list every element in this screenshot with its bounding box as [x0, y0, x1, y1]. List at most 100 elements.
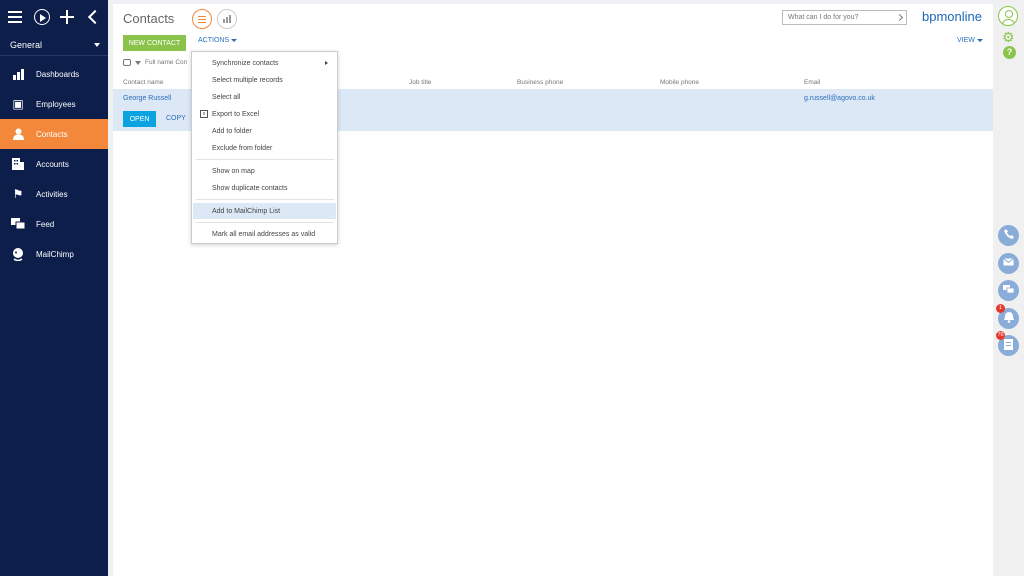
- menu-divider: [196, 199, 334, 200]
- sidebar-item-activities[interactable]: ⚑ Activities: [0, 179, 108, 209]
- help-icon[interactable]: ?: [1003, 46, 1016, 59]
- app-root: General Dashboards ▣ Employees Contacts: [0, 0, 1024, 576]
- menu-item-exclude-from-folder[interactable]: Exclude from folder: [193, 140, 336, 156]
- mailchimp-icon: [10, 247, 26, 261]
- actions-menu: Synchronize contacts Select multiple rec…: [191, 51, 338, 244]
- bar-chart-icon: [10, 67, 26, 81]
- menu-item-label: Show duplicate contacts: [212, 184, 288, 192]
- sidebar-item-label: Feed: [36, 219, 55, 229]
- chart-icon: [223, 15, 231, 23]
- sidebar-item-accounts[interactable]: Accounts: [0, 149, 108, 179]
- flag-icon: ⚑: [12, 187, 24, 201]
- column-header-job-title[interactable]: Job title: [409, 79, 431, 86]
- menu-icon[interactable]: [8, 9, 24, 25]
- filter-text: Full name Con: [145, 59, 188, 66]
- bell-icon: [1003, 311, 1014, 326]
- chevron-down-icon: [94, 42, 100, 47]
- add-icon[interactable]: [60, 9, 76, 25]
- right-panel: ⚙ ? 1 76: [993, 0, 1024, 576]
- menu-item-select-all[interactable]: Select all: [193, 89, 336, 105]
- sidebar-item-mailchimp[interactable]: MailChimp: [0, 239, 108, 269]
- sidebar-item-label: MailChimp: [36, 249, 74, 259]
- chat-icon: [10, 217, 26, 231]
- task-list-icon: [1004, 338, 1013, 353]
- workspace-label: General: [10, 39, 43, 50]
- email-link[interactable]: g.russell@agovo.co.uk: [804, 95, 875, 102]
- menu-item-show-on-map[interactable]: Show on map: [193, 163, 336, 179]
- menu-item-label: Select all: [212, 93, 241, 101]
- copy-button[interactable]: COPY: [166, 115, 186, 122]
- sidebar-item-label: Dashboards: [36, 69, 80, 79]
- open-button[interactable]: OPEN: [123, 111, 156, 127]
- person-icon: [10, 127, 26, 141]
- phone-button[interactable]: [998, 225, 1019, 246]
- menu-item-label: Show on map: [212, 167, 255, 175]
- search-placeholder: What can I do for you?: [788, 14, 859, 21]
- sidebar-item-label: Employees: [36, 99, 76, 109]
- sidebar-item-feed[interactable]: Feed: [0, 209, 108, 239]
- menu-item-label: Exclude from folder: [212, 144, 273, 152]
- actions-label: ACTIONS: [198, 37, 230, 44]
- column-header-mobile-phone[interactable]: Mobile phone: [660, 79, 699, 86]
- chevron-down-icon: [135, 60, 141, 65]
- view-label: VIEW: [957, 37, 975, 44]
- menu-item-show-duplicates[interactable]: Show duplicate contacts: [193, 180, 336, 196]
- menu-item-add-to-mailchimp[interactable]: Add to MailChimp List: [193, 203, 336, 219]
- envelope-icon: [1003, 258, 1014, 269]
- workspace-select[interactable]: General: [0, 34, 108, 56]
- menu-item-label: Mark all email addresses as valid: [212, 230, 316, 238]
- command-search-input[interactable]: What can I do for you?: [782, 10, 907, 25]
- phone-icon: [1003, 229, 1014, 242]
- gear-icon[interactable]: ⚙: [1002, 30, 1015, 44]
- analytics-view-button[interactable]: [217, 9, 237, 29]
- menu-divider: [196, 159, 334, 160]
- contact-name-link[interactable]: George Russell: [123, 95, 171, 102]
- sidebar-top-icons: [0, 0, 108, 34]
- menu-item-add-to-folder[interactable]: Add to folder: [193, 123, 336, 139]
- actions-button[interactable]: ACTIONS: [198, 37, 238, 44]
- sidebar-item-contacts[interactable]: Contacts: [0, 119, 108, 149]
- filter-icon[interactable]: [123, 59, 131, 66]
- id-card-icon: ▣: [12, 97, 24, 111]
- sidebar-item-label: Activities: [36, 189, 68, 199]
- menu-item-label: Add to folder: [212, 127, 252, 135]
- menu-item-label: Select multiple records: [212, 76, 283, 84]
- list-view-button[interactable]: [192, 9, 212, 29]
- column-header-contact-name[interactable]: Contact name: [123, 79, 163, 86]
- user-avatar[interactable]: [998, 6, 1018, 26]
- tasks-badge: 76: [996, 331, 1005, 340]
- sidebar-item-employees[interactable]: ▣ Employees: [0, 89, 108, 119]
- menu-item-label: Add to MailChimp List: [212, 207, 281, 215]
- tasks-button[interactable]: 76: [996, 331, 1019, 356]
- menu-item-select-multiple[interactable]: Select multiple records: [193, 72, 336, 88]
- collapse-icon[interactable]: [86, 9, 102, 25]
- view-button[interactable]: VIEW: [957, 37, 983, 44]
- sidebar-item-label: Contacts: [36, 129, 68, 139]
- building-icon: [10, 157, 26, 171]
- chevron-right-icon[interactable]: [895, 13, 904, 22]
- brand-logo: bpmonline: [922, 9, 982, 24]
- column-header-business-phone[interactable]: Business phone: [517, 79, 563, 86]
- email-button[interactable]: [998, 253, 1019, 274]
- chevron-down-icon: [231, 39, 238, 42]
- menu-item-label: Synchronize contacts: [212, 59, 279, 67]
- play-process-icon[interactable]: [34, 9, 50, 25]
- chat-button[interactable]: [998, 280, 1019, 301]
- sidebar: General Dashboards ▣ Employees Contacts: [0, 0, 108, 576]
- notifications-button[interactable]: 1: [996, 304, 1019, 329]
- submenu-arrow-icon: [325, 61, 328, 65]
- sidebar-item-label: Accounts: [36, 159, 69, 169]
- new-contact-button[interactable]: NEW CONTACT: [123, 35, 186, 51]
- menu-divider: [196, 222, 334, 223]
- menu-item-synchronize-contacts[interactable]: Synchronize contacts: [193, 55, 336, 71]
- sidebar-nav: Dashboards ▣ Employees Contacts Accounts…: [0, 59, 108, 269]
- menu-item-export-excel[interactable]: x Export to Excel: [193, 106, 336, 122]
- menu-item-label: Export to Excel: [212, 110, 260, 118]
- menu-item-mark-emails-valid[interactable]: Mark all email addresses as valid: [193, 226, 336, 242]
- chevron-down-icon: [976, 39, 983, 42]
- column-header-email[interactable]: Email: [804, 79, 820, 86]
- sidebar-item-dashboards[interactable]: Dashboards: [0, 59, 108, 89]
- filter-bar[interactable]: Full name Con: [123, 59, 187, 66]
- list-icon: [198, 14, 206, 25]
- page-title: Contacts: [123, 11, 175, 26]
